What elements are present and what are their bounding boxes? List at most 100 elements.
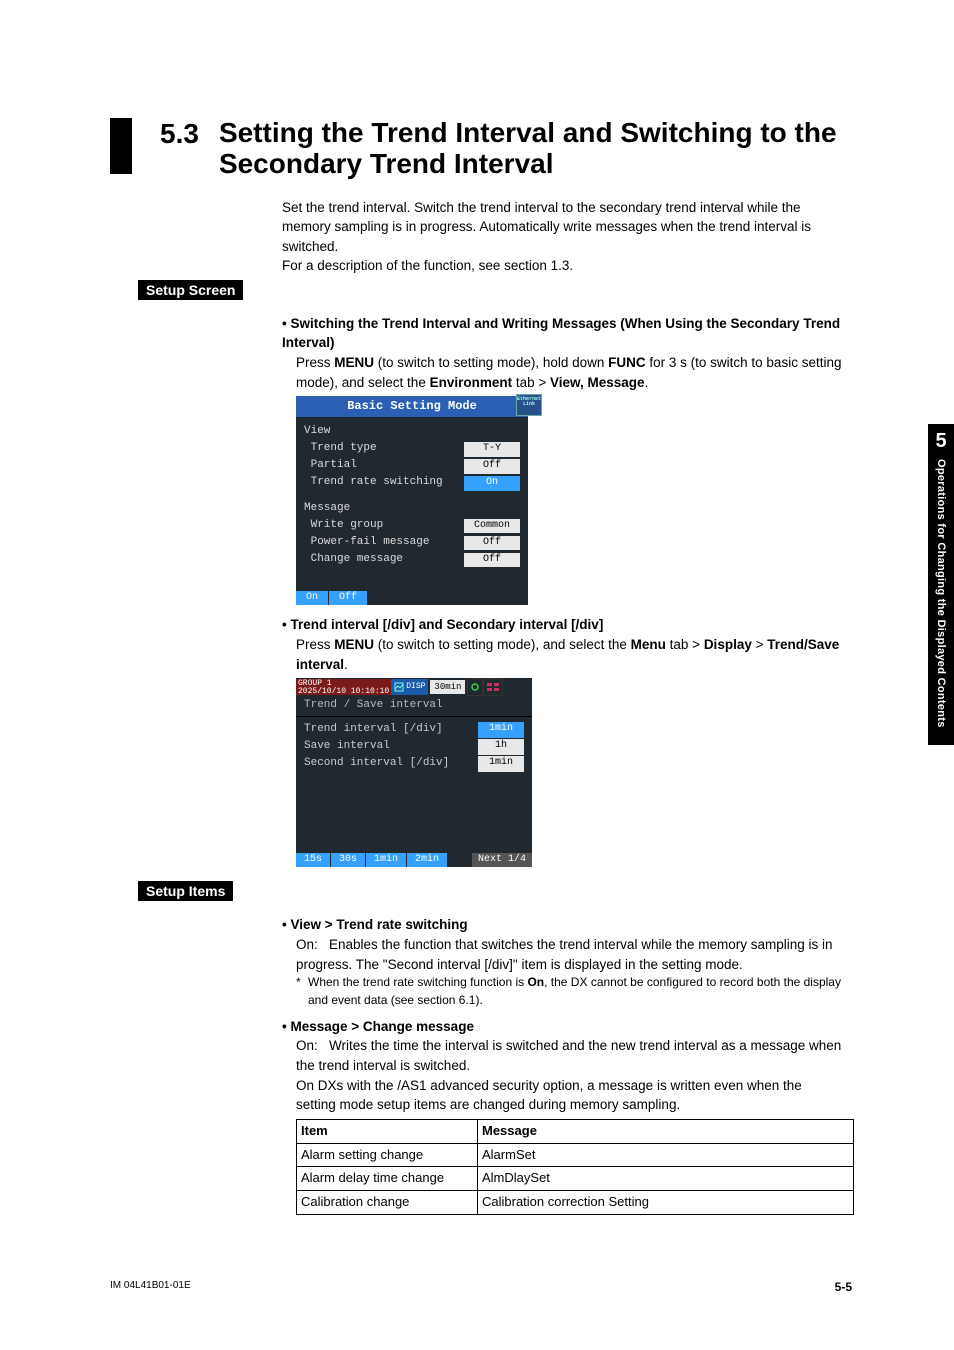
ethernet-link-icon: Ethernet Link bbox=[516, 394, 542, 416]
menu-key: MENU bbox=[334, 355, 374, 370]
scr1-msg-hdr: Message bbox=[304, 501, 520, 517]
scr1-row: Trend typeT-Y bbox=[304, 441, 520, 457]
scr1-foot-off: Off bbox=[329, 591, 368, 606]
scr1-row: Power-fail messageOff bbox=[304, 535, 520, 551]
scr2-val: 1h bbox=[478, 739, 524, 755]
scr2-foot-btn: 2min bbox=[407, 853, 448, 868]
scr2-body: Trend interval [/div]1min Save interval1… bbox=[296, 717, 532, 853]
page-footer: IM 04L41B01-01E 5-5 bbox=[110, 1280, 852, 1294]
environment-tab: Environment bbox=[430, 375, 513, 390]
scr2-subtitle: Trend / Save interval bbox=[296, 696, 532, 717]
disp-icon: DISP bbox=[391, 679, 428, 695]
scr1-lbl: Change message bbox=[304, 552, 464, 568]
scr1-val: Off bbox=[464, 553, 520, 568]
scr1-body: View Trend typeT-Y PartialOff Trend rate… bbox=[296, 417, 528, 591]
heading-bar bbox=[110, 118, 132, 174]
disp-label: DISP bbox=[406, 681, 425, 693]
scr1-val: Common bbox=[464, 519, 520, 534]
scr2-foot-btn: 30s bbox=[331, 853, 366, 868]
scr1-lbl: Power-fail message bbox=[304, 535, 464, 551]
scr2-val-highlight: 1min bbox=[478, 722, 524, 738]
table-h1: Item bbox=[297, 1119, 478, 1143]
setup-screen-body: Switching the Trend Interval and Writing… bbox=[282, 306, 842, 868]
bullet-4-title: Message > Change message bbox=[282, 1017, 842, 1037]
scr1-titlebar: Basic Setting Mode Ethernet Link bbox=[296, 396, 528, 417]
scr2-next: Next 1/4 bbox=[472, 853, 532, 868]
bullet-3-footnote: * When the trend rate switching function… bbox=[296, 974, 842, 1009]
screenshot-basic-setting-mode: Basic Setting Mode Ethernet Link View Tr… bbox=[282, 396, 528, 605]
scr2-row: Trend interval [/div]1min bbox=[304, 722, 524, 738]
scr2-datetime: 2025/10/10 10:10:10 bbox=[298, 687, 389, 696]
scr2-top: GROUP 1 2025/10/10 10:10:10 DISP 30min bbox=[296, 678, 532, 696]
bullet-4-p1: On: Writes the time the interval is swit… bbox=[296, 1036, 842, 1075]
txt: > bbox=[752, 637, 767, 652]
thumbtab-text: Operations for Changing the Displayed Co… bbox=[935, 459, 947, 732]
record-icon bbox=[467, 678, 483, 696]
alarm-icon bbox=[483, 678, 503, 696]
message-table: Item Message Alarm setting changeAlarmSe… bbox=[296, 1119, 854, 1215]
table-cell: Alarm setting change bbox=[297, 1143, 478, 1167]
footnote-star: * bbox=[296, 974, 308, 1009]
intro-p1: Set the trend interval. Switch the trend… bbox=[282, 198, 842, 257]
footer-left: IM 04L41B01-01E bbox=[110, 1280, 191, 1294]
menu-tab: Menu bbox=[631, 637, 666, 652]
scr1-row: Write groupCommon bbox=[304, 518, 520, 534]
scr2-rate: 30min bbox=[430, 680, 465, 694]
txt: tab > bbox=[666, 637, 704, 652]
bullet-4-p2: On DXs with the /AS1 advanced security o… bbox=[296, 1076, 842, 1115]
bullet-2-title: Trend interval [/div] and Secondary inte… bbox=[282, 615, 842, 635]
view-message-item: View, Message bbox=[550, 375, 645, 390]
txt: Press bbox=[296, 637, 334, 652]
scr1-val: T-Y bbox=[464, 442, 520, 457]
scr1-title: Basic Setting Mode bbox=[347, 399, 477, 413]
scr1-lbl: Trend type bbox=[304, 441, 464, 457]
section-heading: 5.3 Setting the Trend Interval and Switc… bbox=[110, 118, 852, 180]
table-row: Alarm setting changeAlarmSet bbox=[297, 1143, 854, 1167]
setup-items-label: Setup Items bbox=[138, 881, 233, 901]
display-item: Display bbox=[704, 637, 752, 652]
scr1-row: PartialOff bbox=[304, 458, 520, 474]
txt: Press bbox=[296, 355, 334, 370]
intro-block: Set the trend interval. Switch the trend… bbox=[282, 198, 842, 276]
scr2-foot: 15s 30s 1min 2min Next 1/4 bbox=[296, 853, 532, 868]
footnote-text: When the trend rate switching function i… bbox=[308, 974, 842, 1009]
page: 5.3 Setting the Trend Interval and Switc… bbox=[0, 0, 954, 1350]
bullet-3-p1: On: Enables the function that switches t… bbox=[296, 935, 842, 974]
setup-items-body: View > Trend rate switching On: Enables … bbox=[282, 907, 842, 1215]
screenshot-trend-save-interval: GROUP 1 2025/10/10 10:10:10 DISP 30min T… bbox=[296, 678, 532, 867]
table-row: Calibration changeCalibration correction… bbox=[297, 1191, 854, 1215]
bullet-1-line: Press MENU (to switch to setting mode), … bbox=[296, 353, 842, 392]
txt: When the trend rate switching function i… bbox=[308, 975, 527, 989]
scr1-lbl: Partial bbox=[304, 458, 464, 474]
table-header-row: Item Message bbox=[297, 1119, 854, 1143]
thumbtab-number: 5 bbox=[928, 430, 954, 453]
txt: . bbox=[645, 375, 649, 390]
scr2-lbl: Save interval bbox=[304, 739, 478, 755]
on-word: On bbox=[527, 975, 544, 989]
scr1-row: Trend rate switchingOn bbox=[304, 475, 520, 491]
txt: (to switch to setting mode), hold down bbox=[374, 355, 608, 370]
table-cell: AlarmSet bbox=[478, 1143, 854, 1167]
scr2-val: 1min bbox=[478, 756, 524, 772]
footer-right: 5-5 bbox=[835, 1280, 852, 1294]
table-row: Alarm delay time changeAlmDlaySet bbox=[297, 1167, 854, 1191]
scr2-foot-btn: 15s bbox=[296, 853, 331, 868]
chapter-thumbtab: 5 Operations for Changing the Displayed … bbox=[928, 424, 954, 745]
scr1-val-highlight: On bbox=[464, 476, 520, 491]
scr1-val: Off bbox=[464, 536, 520, 551]
scr2-row: Second interval [/div]1min bbox=[304, 756, 524, 772]
table-cell: AlmDlaySet bbox=[478, 1167, 854, 1191]
scr1-row: Change messageOff bbox=[304, 552, 520, 568]
bullet-2-line: Press MENU (to switch to setting mode), … bbox=[296, 635, 842, 674]
scr2-foot-btn: 1min bbox=[366, 853, 407, 868]
table-h2: Message bbox=[478, 1119, 854, 1143]
scr2-lbl: Second interval [/div] bbox=[304, 756, 478, 772]
setup-screen-label: Setup Screen bbox=[138, 280, 243, 300]
scr1: Basic Setting Mode Ethernet Link View Tr… bbox=[296, 396, 528, 605]
table-cell: Alarm delay time change bbox=[297, 1167, 478, 1191]
scr1-view-hdr: View bbox=[304, 424, 520, 440]
table-cell: Calibration correction Setting bbox=[478, 1191, 854, 1215]
table-cell: Calibration change bbox=[297, 1191, 478, 1215]
bullet-1-title: Switching the Trend Interval and Writing… bbox=[282, 314, 842, 353]
txt: (to switch to setting mode), and select … bbox=[374, 637, 631, 652]
